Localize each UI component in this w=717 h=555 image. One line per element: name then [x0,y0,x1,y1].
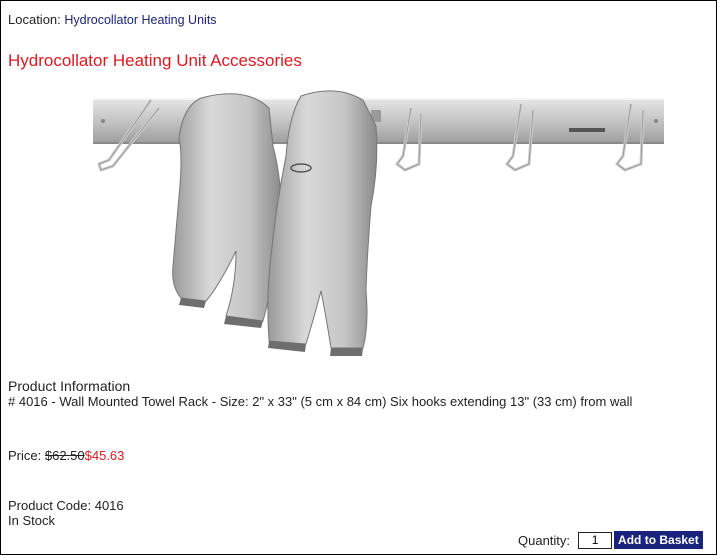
product-information: Product Information # 4016 - Wall Mounte… [8,378,708,410]
price: Price: $62.50$45.63 [8,448,124,463]
breadcrumb: Location: Hydrocollator Heating Units [8,12,217,27]
product-code-block: Product Code: 4016 In Stock [8,498,124,528]
add-to-cart-form: Quantity: Add to Basket [518,531,703,549]
product-info-heading: Product Information [8,378,131,394]
product-page: Location: Hydrocollator Heating Units Hy… [0,0,717,555]
location-link[interactable]: Hydrocollator Heating Units [64,13,216,27]
add-to-basket-button[interactable]: Add to Basket [614,531,703,549]
location-label: Location: [8,12,61,27]
quantity-input[interactable] [578,531,613,549]
stock-status: In Stock [8,513,55,528]
old-price: $62.50 [44,448,85,463]
price-label: Price: [8,448,42,463]
quantity-label: Quantity: [518,532,571,548]
page-title: Hydrocollator Heating Unit Accessories [8,51,302,70]
product-description: # 4016 - Wall Mounted Towel Rack - Size:… [8,394,633,409]
product-image [93,90,664,356]
sale-price: $45.63 [84,448,125,463]
product-code: Product Code: 4016 [8,498,124,513]
